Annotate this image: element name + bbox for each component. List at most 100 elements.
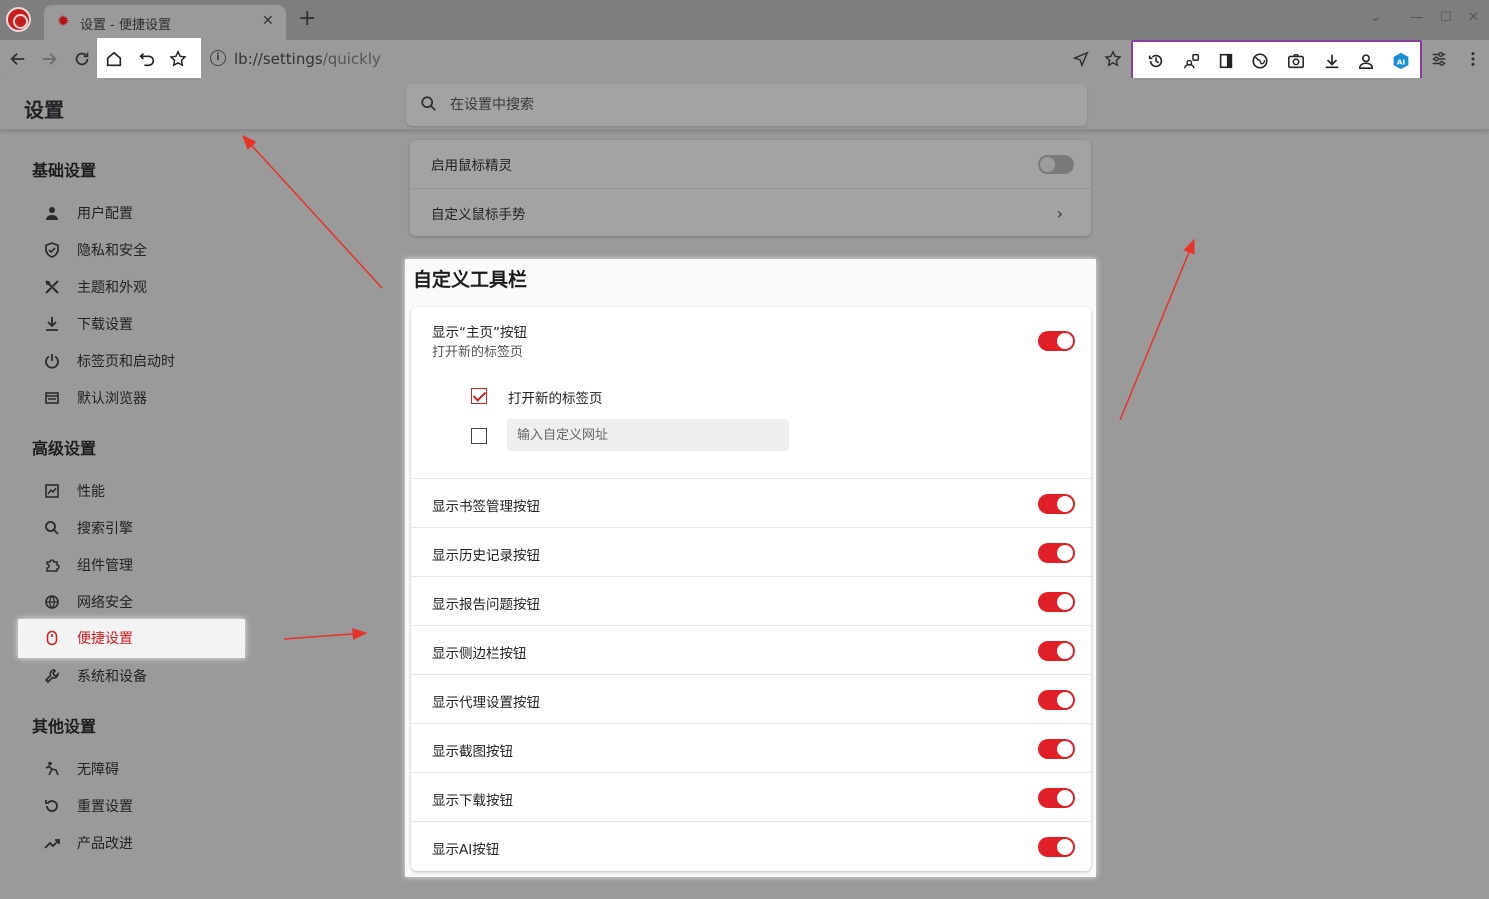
sliders-icon[interactable]: [1428, 48, 1450, 70]
sidebar-item-network-security[interactable]: 网络安全: [44, 587, 244, 617]
setting-label: 显示下载按钮: [432, 793, 513, 809]
report-button-toggle[interactable]: [1038, 592, 1075, 612]
url-path: /quickly: [322, 50, 381, 68]
setting-row-screenshot-button: 显示截图按钮: [411, 723, 1091, 772]
tab-settings[interactable]: ✹ 设置 - 便捷设置 ✕: [44, 5, 286, 40]
wrench-icon: [44, 668, 60, 684]
sidebar-item-label: 搜索引擎: [77, 521, 133, 537]
maximize-button[interactable]: ☐: [1440, 10, 1452, 25]
sidebar-item-profile[interactable]: 用户配置: [44, 198, 244, 228]
back-icon[interactable]: [7, 48, 29, 70]
tab-close-icon[interactable]: ✕: [262, 13, 274, 29]
reset-icon: [44, 798, 60, 814]
sidebar-item-label: 网络安全: [77, 595, 133, 611]
app-logo-icon[interactable]: [6, 7, 31, 32]
power-icon: [44, 353, 60, 369]
person-icon[interactable]: [1355, 50, 1377, 72]
new-tab-button[interactable]: +: [298, 8, 316, 30]
setting-row-ai-button: 显示AI按钮: [411, 821, 1091, 870]
sidebar-item-startup[interactable]: 标签页和启动时: [44, 346, 244, 376]
sidebar-item-performance[interactable]: 性能: [44, 476, 244, 506]
close-window-button[interactable]: ✕: [1468, 10, 1479, 25]
ai-button-toggle[interactable]: [1038, 837, 1075, 857]
sidebar-item-label: 系统和设备: [77, 669, 147, 685]
sidebar-icon[interactable]: [1215, 50, 1237, 72]
users-icon[interactable]: [1181, 50, 1203, 72]
person-icon: [44, 205, 60, 221]
setting-sublabel: 打开新的标签页: [432, 345, 524, 360]
star-icon[interactable]: [167, 48, 189, 70]
sidebar-item-downloads[interactable]: 下载设置: [44, 309, 244, 339]
mouse-sprite-toggle[interactable]: [1038, 155, 1074, 174]
address-bar[interactable]: lb://settings/quickly: [234, 50, 381, 68]
palette-icon: [44, 279, 60, 295]
section-title-basic: 基础设置: [32, 161, 97, 180]
send-icon[interactable]: [1070, 48, 1092, 70]
sidebar-item-improvement[interactable]: 产品改进: [44, 828, 244, 858]
bookmark-star-icon[interactable]: [1102, 48, 1124, 70]
sidebar-item-label: 便捷设置: [77, 631, 133, 647]
download-icon: [44, 316, 60, 332]
sidebar-item-reset[interactable]: 重置设置: [44, 791, 244, 821]
setting-row-proxy-button: 显示代理设置按钮: [411, 674, 1091, 723]
download-button-toggle[interactable]: [1038, 788, 1075, 808]
sidebar-item-system[interactable]: 系统和设备: [44, 661, 244, 691]
minimize-button[interactable]: —: [1410, 10, 1423, 25]
sidebar-item-quick-settings[interactable]: 便捷设置: [18, 619, 245, 658]
toolbar-settings-card: 显示“主页”按钮 打开新的标签页 打开新的标签页 显示书签管理按钮 显示历史记录…: [411, 307, 1091, 871]
sidebar-item-label: 隐私和安全: [77, 243, 147, 259]
custom-url-input[interactable]: [507, 419, 789, 451]
gauge-icon: [44, 483, 60, 499]
more-menu-icon[interactable]: [1462, 48, 1484, 70]
sidebar-item-label: 性能: [77, 484, 105, 500]
puzzle-icon: [44, 557, 60, 573]
search-input[interactable]: [450, 84, 1070, 126]
section-title-other: 其他设置: [32, 717, 97, 736]
globe-icon: [44, 594, 60, 610]
camera-icon[interactable]: [1285, 50, 1307, 72]
proxy-button-toggle[interactable]: [1038, 690, 1075, 710]
setting-label: 显示截图按钮: [432, 744, 513, 760]
home-icon[interactable]: [103, 48, 125, 70]
sidebar-item-components[interactable]: 组件管理: [44, 550, 244, 580]
setting-label: 显示书签管理按钮: [432, 499, 540, 515]
download-icon[interactable]: [1321, 50, 1343, 72]
setting-row-mouse-gestures[interactable]: 自定义鼠标手势 ›: [410, 188, 1091, 236]
url-scheme: lb://: [234, 50, 263, 68]
highlighted-extension-group: [1131, 40, 1422, 80]
new-tab-checkbox[interactable]: [471, 388, 487, 404]
sidebar-item-label: 下载设置: [77, 317, 133, 333]
accessibility-icon: [44, 761, 60, 777]
settings-search: [406, 84, 1087, 126]
custom-url-checkbox[interactable]: [471, 428, 487, 444]
shield-icon: [44, 242, 60, 258]
tab-list-chevron-icon[interactable]: ⌄: [1370, 10, 1381, 25]
sidebar-item-privacy[interactable]: 隐私和安全: [44, 235, 244, 265]
forward-icon[interactable]: [38, 48, 60, 70]
sidebar-item-accessibility[interactable]: 无障碍: [44, 754, 244, 784]
setting-row-mouse-sprite: 启用鼠标精灵: [410, 140, 1091, 188]
home-button-toggle[interactable]: [1038, 331, 1075, 351]
checkbox-label: 打开新的标签页: [508, 391, 603, 407]
screenshot-button-toggle[interactable]: [1038, 739, 1075, 759]
section-title-customize-toolbar: 自定义工具栏: [413, 269, 528, 291]
sidebar-item-theme[interactable]: 主题和外观: [44, 272, 244, 302]
reload-icon[interactable]: [71, 48, 93, 70]
site-info-icon[interactable]: i: [210, 50, 226, 66]
search-icon: [421, 96, 436, 111]
ai-icon[interactable]: AI: [1390, 50, 1412, 72]
customize-toolbar-panel: 自定义工具栏 显示“主页”按钮 打开新的标签页 打开新的标签页 显示书签管理按钮…: [405, 259, 1096, 877]
globe-icon[interactable]: [1249, 50, 1271, 72]
section-title-advanced: 高级设置: [32, 439, 97, 458]
setting-label: 显示AI按钮: [432, 842, 500, 858]
sidebar-button-toggle[interactable]: [1038, 641, 1075, 661]
history-icon[interactable]: [1145, 50, 1167, 72]
undo-icon[interactable]: [136, 48, 158, 70]
sidebar-item-label: 用户配置: [77, 206, 133, 222]
history-button-toggle[interactable]: [1038, 543, 1075, 563]
sidebar-item-search-engine[interactable]: 搜索引擎: [44, 513, 244, 543]
arrow-to-extensions: [1119, 238, 1195, 421]
setting-row-sidebar-button: 显示侧边栏按钮: [411, 625, 1091, 674]
sidebar-item-default-browser[interactable]: 默认浏览器: [44, 383, 244, 413]
bookmarks-button-toggle[interactable]: [1038, 494, 1075, 514]
